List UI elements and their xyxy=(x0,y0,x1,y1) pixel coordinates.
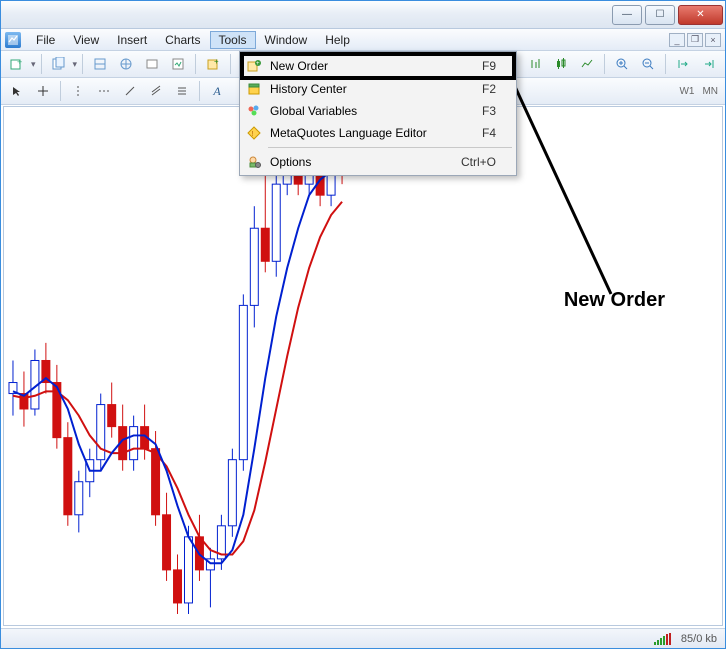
svg-text:+: + xyxy=(214,57,219,66)
menu-item-label: Options xyxy=(270,155,311,169)
mql-icon: ! xyxy=(246,125,262,141)
new-chart-button[interactable]: + xyxy=(5,53,29,75)
new-order-icon: + xyxy=(246,58,262,74)
menu-item-shortcut: F9 xyxy=(482,59,496,73)
menu-item-new-order[interactable]: + New Order F9 xyxy=(240,52,516,80)
app-icon xyxy=(5,32,21,48)
menu-item-shortcut: F2 xyxy=(482,82,496,96)
options-icon xyxy=(246,154,262,170)
mdi-restore-button[interactable]: ❐ xyxy=(687,33,703,47)
cursor-button[interactable] xyxy=(5,80,29,102)
zoom-in-button[interactable] xyxy=(610,53,634,75)
line-chart-button[interactable] xyxy=(575,53,599,75)
close-button[interactable]: ✕ xyxy=(678,5,723,25)
menu-item-shortcut: F3 xyxy=(482,104,496,118)
tools-menu-dropdown: + New Order F9 History Center F2 Global Varia… xyxy=(239,51,517,176)
svg-text:+: + xyxy=(17,57,22,67)
mdi-controls: _ ❐ × xyxy=(669,33,721,47)
profiles-button[interactable] xyxy=(47,53,71,75)
maximize-button[interactable]: ☐ xyxy=(645,5,675,25)
title-bar: — ☐ ✕ xyxy=(1,1,725,29)
crosshair-button[interactable] xyxy=(31,80,55,102)
equidistant-button[interactable] xyxy=(144,80,168,102)
window-controls: — ☐ ✕ xyxy=(612,5,723,25)
market-watch-button[interactable] xyxy=(88,53,112,75)
text-button[interactable]: A xyxy=(205,80,229,102)
menu-insert[interactable]: Insert xyxy=(108,31,156,49)
history-icon xyxy=(246,81,262,97)
status-bar: 85/0 kb xyxy=(1,628,725,648)
svg-text:+: + xyxy=(256,61,260,67)
traffic-label: 85/0 kb xyxy=(681,633,717,645)
app-window: — ☐ ✕ FileViewInsertChartsToolsWindowHel… xyxy=(0,0,726,649)
menu-file[interactable]: File xyxy=(27,31,64,49)
timeframe-w1[interactable]: W1 xyxy=(676,86,697,97)
menu-item-global-variables[interactable]: Global Variables F3 xyxy=(242,100,514,122)
horizontal-line-button[interactable] xyxy=(92,80,116,102)
menu-item-shortcut: F4 xyxy=(482,126,496,140)
menu-item-shortcut: Ctrl+O xyxy=(461,155,496,169)
terminal-button[interactable] xyxy=(140,53,164,75)
menu-view[interactable]: View xyxy=(64,31,108,49)
menu-charts[interactable]: Charts xyxy=(156,31,209,49)
timeframe-mn[interactable]: MN xyxy=(699,86,721,97)
fibonacci-button[interactable] xyxy=(170,80,194,102)
connection-bars-icon xyxy=(654,633,671,645)
new-order-button[interactable]: + xyxy=(201,53,225,75)
annotation-label: New Order xyxy=(564,289,665,312)
menu-item-metaquotes-language-editor[interactable]: ! MetaQuotes Language Editor F4 xyxy=(242,122,514,144)
menu-item-label: MetaQuotes Language Editor xyxy=(270,126,427,140)
menu-help[interactable]: Help xyxy=(316,31,359,49)
navigator-button[interactable] xyxy=(114,53,138,75)
svg-text:!: ! xyxy=(252,131,254,138)
auto-scroll-button[interactable] xyxy=(671,53,695,75)
minimize-button[interactable]: — xyxy=(612,5,642,25)
menu-bar: FileViewInsertChartsToolsWindowHelp _ ❐ … xyxy=(1,29,725,51)
menu-item-label: Global Variables xyxy=(270,104,357,118)
globals-icon xyxy=(246,103,262,119)
mdi-close-button[interactable]: × xyxy=(705,33,721,47)
mdi-minimize-button[interactable]: _ xyxy=(669,33,685,47)
trendline-button[interactable] xyxy=(118,80,142,102)
menu-item-label: New Order xyxy=(270,59,328,73)
zoom-out-button[interactable] xyxy=(636,53,660,75)
menu-tools[interactable]: Tools xyxy=(210,31,256,49)
menu-item-label: History Center xyxy=(270,82,347,96)
menu-window[interactable]: Window xyxy=(256,31,317,49)
menu-item-history-center[interactable]: History Center F2 xyxy=(242,78,514,100)
vertical-line-button[interactable] xyxy=(66,80,90,102)
chart-shift-button[interactable] xyxy=(697,53,721,75)
tester-button[interactable] xyxy=(166,53,190,75)
bar-chart-button[interactable] xyxy=(523,53,547,75)
menu-item-options[interactable]: Options Ctrl+O xyxy=(242,151,514,173)
candlestick-button[interactable] xyxy=(549,53,573,75)
